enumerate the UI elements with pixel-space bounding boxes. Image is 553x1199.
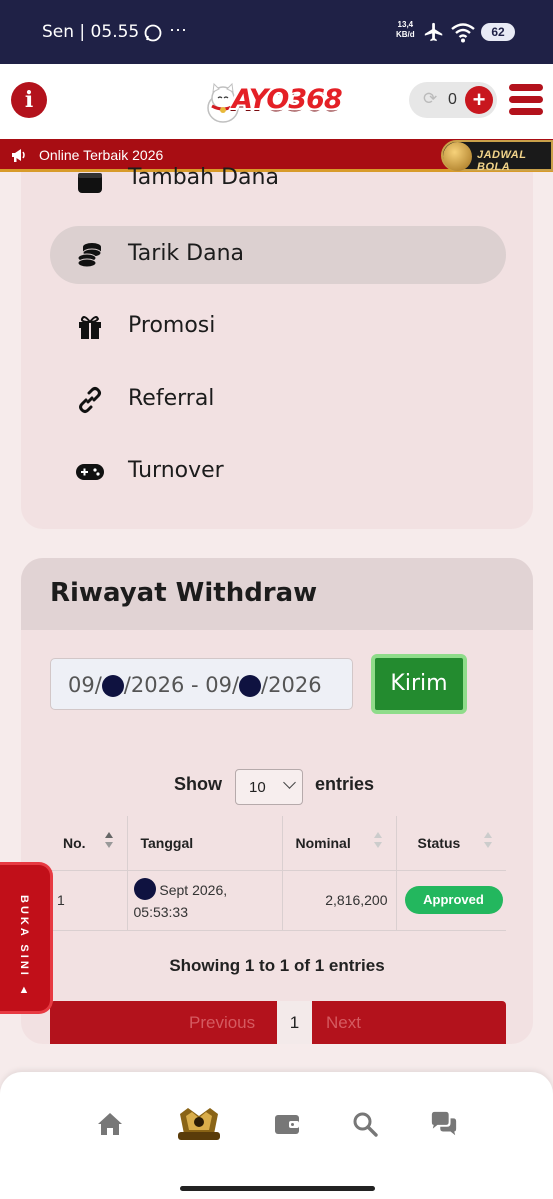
cell-nominal: 2,816,200 <box>282 870 397 931</box>
net-speed-unit: KB/d <box>396 30 415 39</box>
next-page-button[interactable]: Next <box>326 1013 361 1033</box>
table-info: Showing 1 to 1 of 1 entries <box>169 956 385 975</box>
menu-item-label: Turnover <box>128 458 224 483</box>
column-header-tanggal[interactable]: Tanggal <box>127 816 283 871</box>
home-indicator <box>180 1186 375 1191</box>
page-1-button[interactable]: 1 <box>277 1001 312 1044</box>
cell-tanggal: Sept 2026, 05:53:33 <box>127 870 283 931</box>
battery-level: 62 <box>491 25 505 39</box>
balance-widget: ⟳ 0 + <box>409 82 497 118</box>
menu-bar-icon <box>509 96 543 103</box>
refresh-icon[interactable]: ⟳ <box>423 89 437 109</box>
site-logo[interactable]: AYO368 <box>204 74 352 130</box>
menu-bar-icon <box>509 108 543 115</box>
cell-status: Approved <box>396 870 506 931</box>
search-icon[interactable] <box>351 1110 379 1138</box>
entries-select-value: 10 <box>249 779 266 796</box>
column-header-label: Tanggal <box>140 834 194 851</box>
buka-sini-tab[interactable]: BUKA SINI ▲ <box>0 862 53 1014</box>
menu-item-turnover[interactable]: Turnover <box>50 443 506 501</box>
column-header-label: No. <box>63 834 86 851</box>
account-menu: Tambah Dana Tarik Dana Promosi Referral <box>21 165 533 529</box>
hamburger-menu-button[interactable] <box>509 84 543 118</box>
status-bar: Sen | 05.55 ⋯ 13,4 KB/d 62 <box>0 0 553 64</box>
pagination: Previous 1 Next <box>50 1001 506 1044</box>
entries-label: entries <box>315 774 375 794</box>
column-header-no[interactable]: No. <box>50 816 128 871</box>
date-start-prefix: 09/ <box>68 673 102 697</box>
menu-item-tambah-dana[interactable]: Tambah Dana <box>50 153 506 211</box>
menu-item-promosi[interactable]: Promosi <box>50 298 506 356</box>
wifi-icon <box>451 23 475 43</box>
deposit-plus-button[interactable]: + <box>465 86 493 114</box>
sort-icon <box>373 832 383 854</box>
gift-icon <box>79 316 101 339</box>
logo-text: AYO368 <box>232 84 343 115</box>
table-header-row: No. Tanggal Nominal Status <box>50 816 506 871</box>
status-badge: Approved <box>404 886 503 914</box>
wallet-icon[interactable] <box>273 1110 301 1138</box>
whatsapp-icon <box>144 24 162 42</box>
card-header: Riwayat Withdraw <box>21 558 533 630</box>
logo-icon[interactable] <box>176 1104 222 1144</box>
home-icon[interactable] <box>96 1110 124 1138</box>
redacted-mark <box>133 877 156 900</box>
sort-icon <box>104 832 114 854</box>
menu-item-tarik-dana[interactable]: Tarik Dana <box>50 226 506 284</box>
buka-sini-label: BUKA SINI ▲ <box>18 895 30 999</box>
cell-date-line2: 05:53:33 <box>133 903 189 920</box>
withdraw-history-card: Riwayat Withdraw 09/ /2026 - 09/ /2026 Kir… <box>21 558 533 1044</box>
column-header-label: Status <box>417 834 461 851</box>
airplane-icon <box>424 22 443 42</box>
gamepad-icon <box>76 464 104 480</box>
menu-item-label: Tambah Dana <box>128 165 279 190</box>
coins-icon <box>77 243 102 268</box>
column-header-nominal[interactable]: Nominal <box>282 816 397 871</box>
cell-no: 1 <box>50 870 128 931</box>
info-icon: i <box>24 87 34 113</box>
cell-date-line1: Sept 2026, <box>159 881 228 898</box>
chat-icon[interactable] <box>430 1110 458 1138</box>
chevron-down-icon <box>283 776 296 789</box>
menu-item-label: Promosi <box>128 313 216 338</box>
megaphone-icon <box>12 149 25 162</box>
entries-per-page-select[interactable]: 10 <box>235 769 303 805</box>
card-title: Riwayat Withdraw <box>50 578 318 608</box>
balance-value: 0 <box>448 91 457 108</box>
more-notifications: ⋯ <box>169 20 187 40</box>
link-icon <box>79 387 101 413</box>
status-time: Sen | 05.55 <box>42 22 140 42</box>
withdraw-table: No. Tanggal Nominal Status 1 Sept 2026, … <box>50 816 506 931</box>
previous-page-button[interactable]: Previous <box>189 1013 255 1033</box>
info-button[interactable]: i <box>11 82 47 118</box>
menu-item-referral[interactable]: Referral <box>50 371 506 429</box>
sort-icon <box>483 832 493 854</box>
redacted-mark <box>101 675 124 697</box>
kirim-button[interactable]: Kirim <box>371 654 467 714</box>
battery-indicator: 62 <box>481 23 515 41</box>
menu-item-label: Referral <box>128 386 215 411</box>
menu-item-label: Tarik Dana <box>128 241 245 266</box>
date-range-middle: /2026 - 09/ <box>123 673 240 697</box>
column-header-label: Nominal <box>295 834 351 851</box>
wallet-icon <box>78 173 102 193</box>
date-end-suffix: /2026 <box>261 673 322 697</box>
show-label: Show <box>174 774 222 794</box>
column-header-status[interactable]: Status <box>396 816 506 871</box>
bottom-navigation <box>0 1072 553 1199</box>
table-row: 1 Sept 2026, 05:53:33 2,816,200 Approved <box>50 870 506 931</box>
net-speed: 13,4 KB/d <box>396 20 415 40</box>
redacted-mark <box>239 675 262 697</box>
menu-bar-icon <box>509 84 543 91</box>
net-speed-value: 13,4 <box>397 20 414 29</box>
app-header: i AYO368 ⟳ 0 + <box>0 64 553 139</box>
date-range-input[interactable]: 09/ /2026 - 09/ /2026 <box>50 658 353 710</box>
